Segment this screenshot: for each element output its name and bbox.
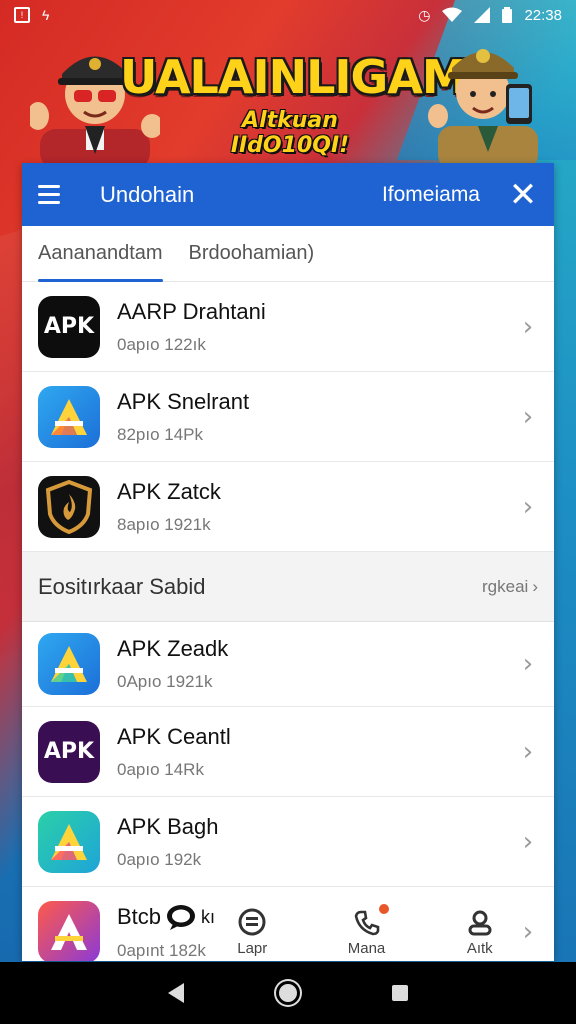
chevron-right-icon: › xyxy=(522,649,534,679)
nav-item-first[interactable]: Lapr xyxy=(237,908,267,957)
recents-icon[interactable] xyxy=(392,985,409,1001)
bottom-navigation: Lapr Mana Aıtk xyxy=(197,887,534,961)
cartoon-character-right xyxy=(428,49,538,169)
nav-label: Aıtk xyxy=(466,939,493,957)
app-name: APK Zatck xyxy=(117,478,221,504)
list-item[interactable]: APK Snelrant 82pıo 14Pk › xyxy=(22,372,554,462)
promo-banner[interactable]: UALAINLIGAM Altkuan IIdO10QI! xyxy=(0,28,576,169)
status-bar: ! ϟ ◷ 22:38 xyxy=(0,0,576,30)
back-icon[interactable] xyxy=(167,983,184,1003)
apk-purple-icon: APK xyxy=(38,720,100,783)
status-time: 22:38 xyxy=(524,6,562,24)
alarm-icon: ◷ xyxy=(418,6,431,23)
chevron-right-icon: › xyxy=(522,491,534,522)
list-item[interactable]: APK Zeadk 0Apıo 1921k › xyxy=(22,622,554,707)
list-item[interactable]: APK AARP Drahtani 0apıo 122ık › xyxy=(22,282,554,372)
system-navigation-bar xyxy=(0,962,576,1024)
notification-dot xyxy=(379,903,390,914)
tab-bar: Aananandtam Brdoohamian) xyxy=(22,226,554,282)
list-item[interactable]: APK Bagh 0apıo 192k › xyxy=(22,797,554,887)
apk-blue-triangle-icon xyxy=(38,385,100,448)
chat-bubble-icon xyxy=(167,905,196,930)
app-meta: 82pıo 14Pk xyxy=(117,424,204,444)
chevron-right-icon: › xyxy=(522,401,534,432)
menu-icon[interactable] xyxy=(38,180,68,210)
chevron-right-icon: › xyxy=(532,576,538,596)
app-meta: 0Apıo 1921k xyxy=(117,672,213,691)
nav-label: Lapr xyxy=(237,939,268,957)
apk-blue-triangle-icon xyxy=(38,633,100,695)
badge-icon xyxy=(238,908,266,935)
notification-icon: ! xyxy=(14,7,30,23)
tab-first[interactable]: Aananandtam xyxy=(38,242,163,282)
home-icon[interactable] xyxy=(278,984,297,1002)
wifi-icon xyxy=(442,7,463,22)
app-meta: 0apıo 192k xyxy=(117,849,202,869)
appbar-title: Undohain xyxy=(100,181,195,207)
apk-green-triangle-icon xyxy=(38,810,100,873)
banner-subtitle: Altkuan IIdO10QI! xyxy=(230,108,350,158)
app-name: APK Ceantl xyxy=(117,723,231,749)
app-meta: 0apıo 14Rk xyxy=(117,759,204,779)
app-name-text: Btcb xyxy=(117,904,162,929)
close-icon[interactable]: ✕ xyxy=(508,178,538,212)
nav-label: Mana xyxy=(347,939,386,957)
section-header: Eositırkaar Sabid rgkeai › xyxy=(22,552,554,622)
signal-icon xyxy=(474,7,491,23)
top-app-bar: Undohain Ifomeiama ✕ xyxy=(22,163,554,226)
app-list-card: Undohain Ifomeiama ✕ Aananandtam Brdooha… xyxy=(22,163,554,961)
list-item[interactable]: APK Zatck 8apıo 1921k › xyxy=(22,462,554,552)
apk-dark-icon: APK xyxy=(38,295,100,358)
list-item[interactable]: Btcb kı 0apınt 182k › Lapr Mana Aıtk xyxy=(22,887,554,961)
shield-flame-icon xyxy=(38,475,100,538)
section-title: Eositırkaar Sabid xyxy=(38,573,206,599)
nav-item-third[interactable]: Aıtk xyxy=(466,908,494,957)
chevron-right-icon: › xyxy=(522,826,534,857)
user-icon xyxy=(468,910,492,935)
section-more-link[interactable]: rgkeai › xyxy=(478,577,538,597)
banner-title: UALAINLIGAM xyxy=(120,50,468,104)
tab-second[interactable]: Brdoohamian) xyxy=(189,242,315,281)
app-meta: 0apıo 122ık xyxy=(117,334,206,354)
app-name: APK Snelrant xyxy=(117,388,250,414)
chevron-right-icon: › xyxy=(522,736,534,767)
app-name: APK Zeadk xyxy=(117,636,229,661)
apk-red-triangle-icon xyxy=(38,901,100,961)
appbar-right-label[interactable]: Ifomeiama xyxy=(382,183,480,207)
battery-icon xyxy=(502,7,513,23)
chevron-right-icon: › xyxy=(522,311,534,342)
app-meta: 8apıo 1921k xyxy=(117,514,211,534)
app-name: AARP Drahtani xyxy=(117,298,266,324)
nav-item-second[interactable]: Mana xyxy=(347,903,390,957)
section-more-label: rgkeai xyxy=(482,576,529,596)
bolt-icon: ϟ xyxy=(42,7,50,23)
phone-icon xyxy=(354,910,379,935)
app-name: APK Bagh xyxy=(117,813,219,839)
list-item[interactable]: APK APK Ceantl 0apıo 14Rk › xyxy=(22,707,554,797)
